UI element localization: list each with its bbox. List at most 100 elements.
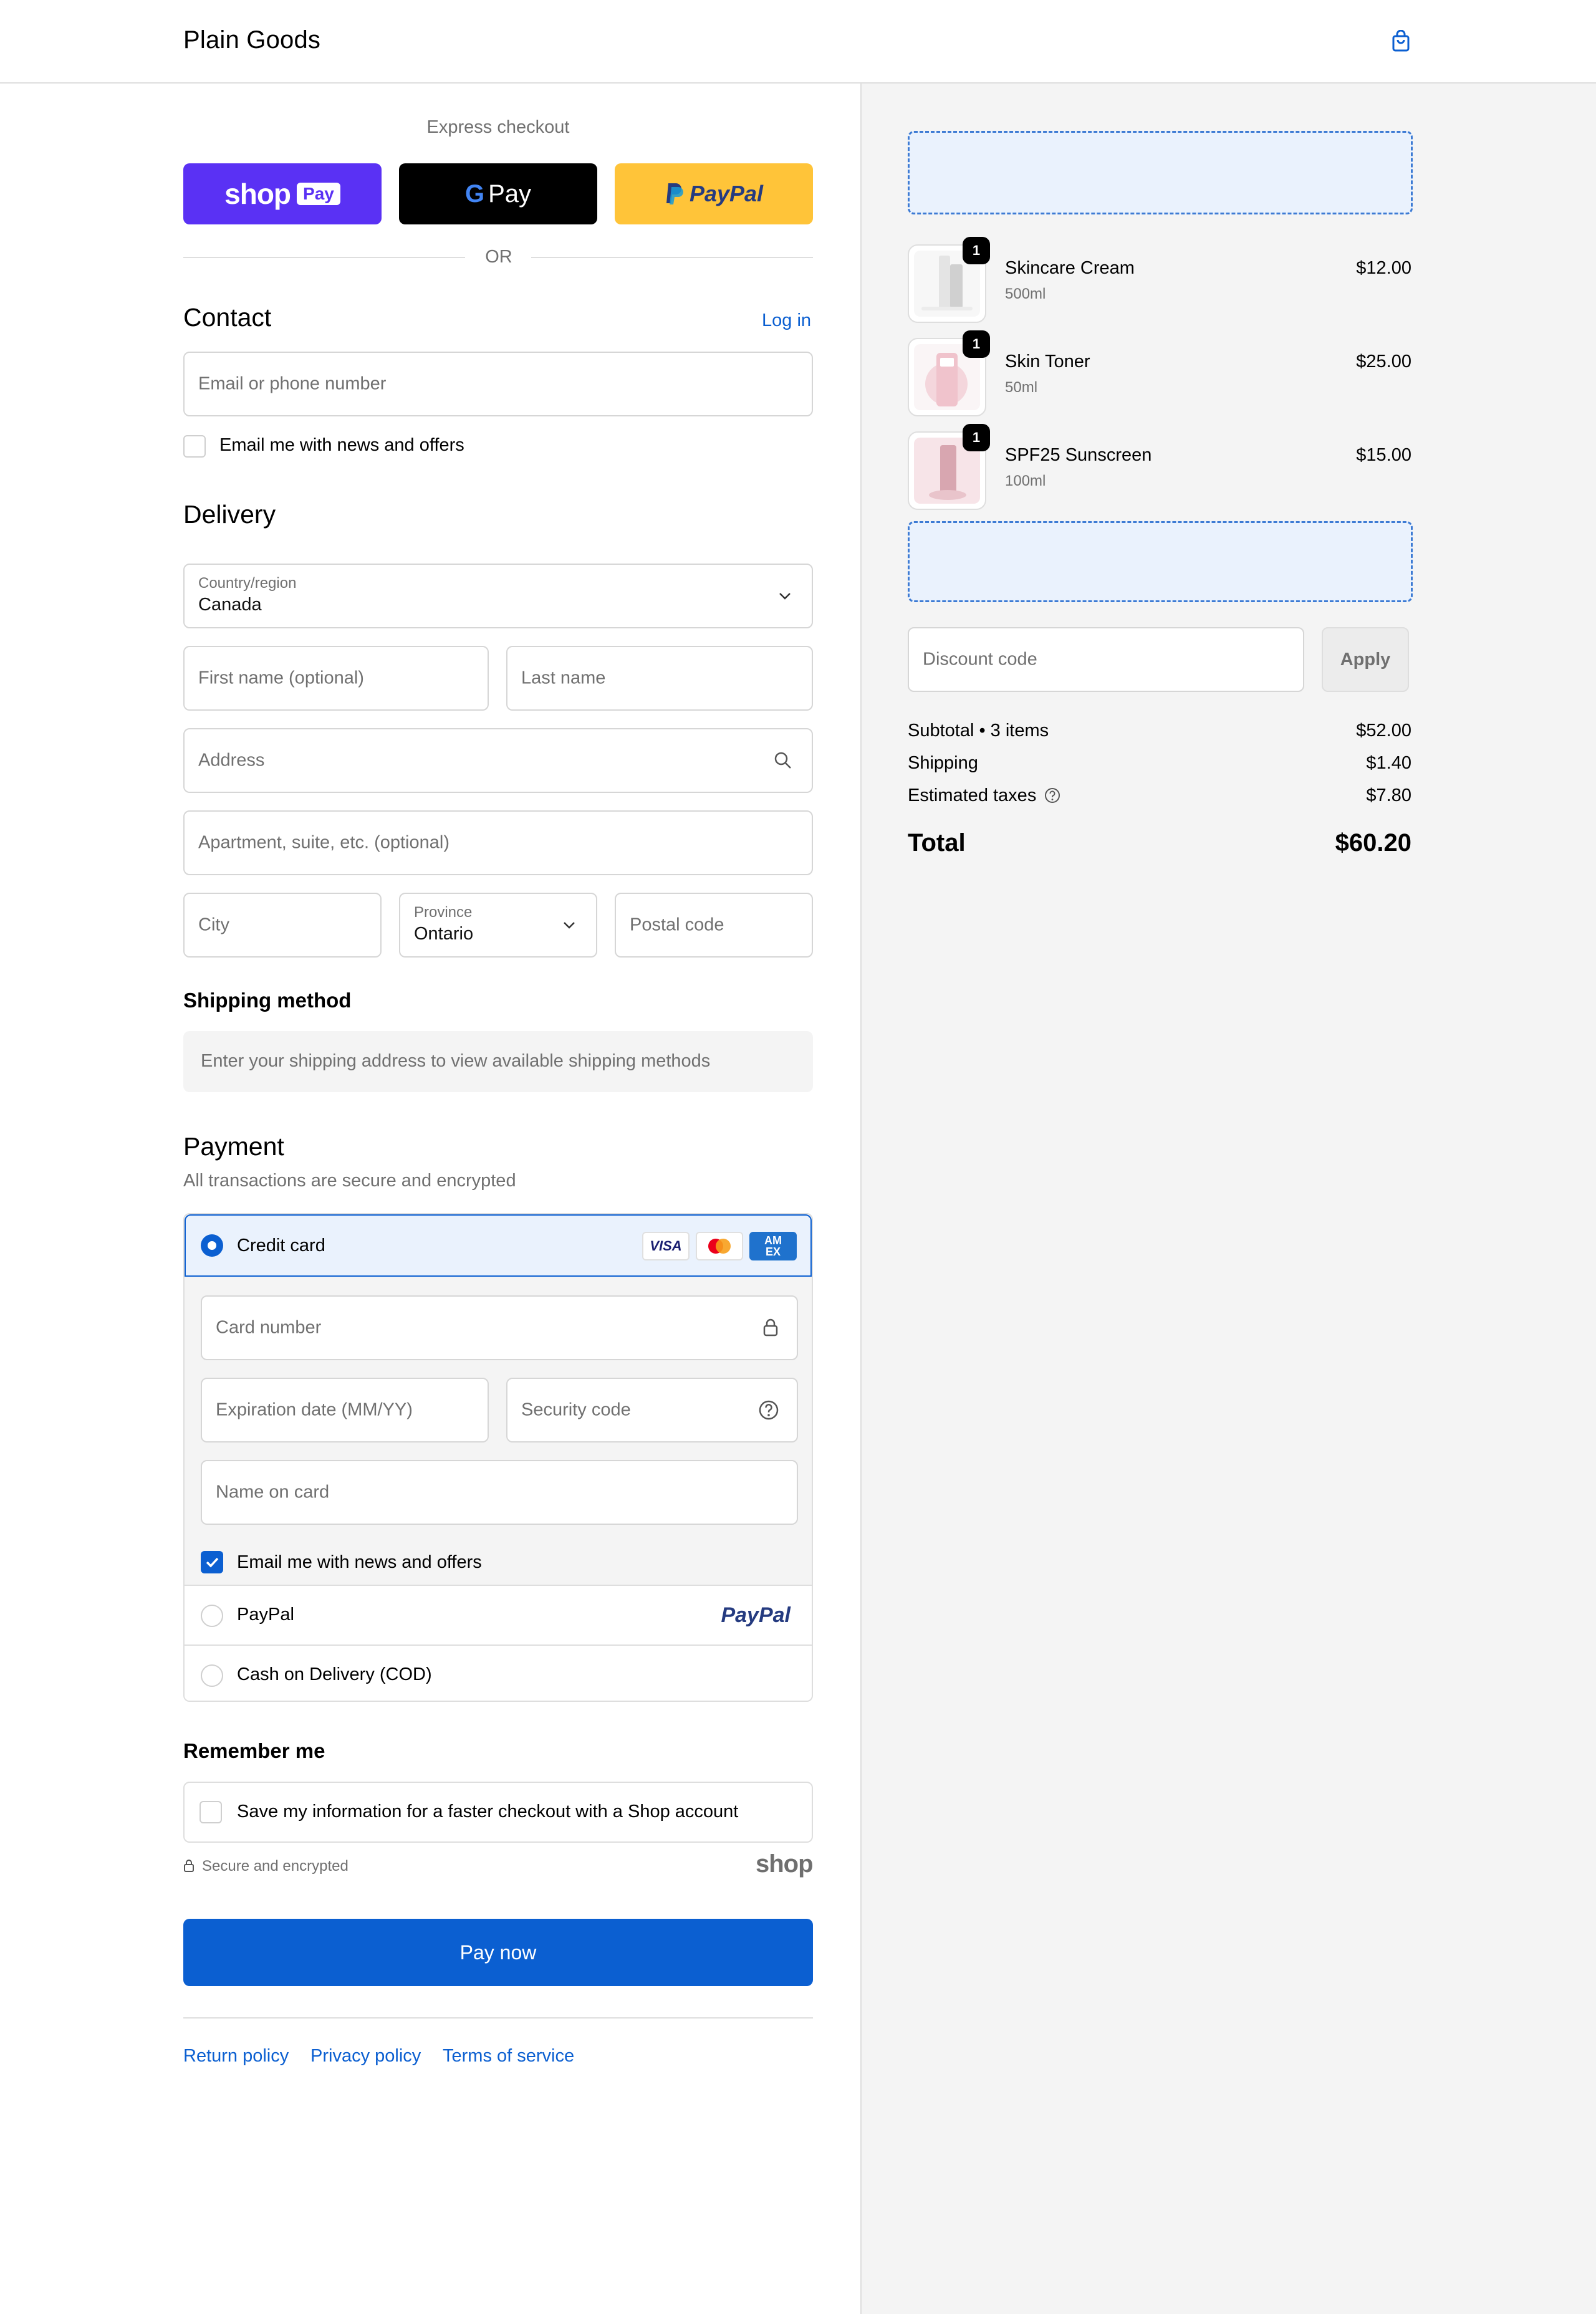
pay-now-button[interactable]: Pay now <box>183 1919 813 1986</box>
payment-title: Payment <box>183 1132 284 1161</box>
paypal-p-icon <box>666 183 683 204</box>
terms-of-service-link[interactable]: Terms of service <box>443 2046 574 2067</box>
item-variant: 100ml <box>1005 473 1046 489</box>
lock-icon <box>763 1318 778 1337</box>
shopping-bag-icon[interactable] <box>1392 29 1410 52</box>
paypal-wordmark: PayPal <box>689 181 764 206</box>
or-divider-label: OR <box>485 247 512 267</box>
subtotal-value: $52.00 <box>1356 721 1411 741</box>
shipping-value: $1.40 <box>1366 753 1411 773</box>
news-checkbox-label: Email me with news and offers <box>219 435 464 455</box>
store-brand[interactable]: Plain Goods <box>183 26 320 54</box>
order-summary-column: 1 Skincare Cream 500ml $12.00 1 Skin Ton… <box>860 84 1596 2314</box>
item-price: $12.00 <box>1356 258 1411 278</box>
apartment-field[interactable]: Apartment, suite, etc. (optional) <box>183 810 813 875</box>
country-value: Canada <box>198 595 262 615</box>
payment-subtitle: All transactions are secure and encrypte… <box>183 1171 516 1191</box>
total-value: $60.20 <box>1335 829 1411 857</box>
shipping-method-notice: Enter your shipping address to view avai… <box>201 1051 711 1071</box>
first-name-field[interactable]: First name (optional) <box>183 646 489 711</box>
item-variant: 500ml <box>1005 286 1046 302</box>
shop-logo: shop <box>756 1850 814 1878</box>
shipping-method-title: Shipping method <box>183 989 352 1012</box>
apply-discount-button[interactable]: Apply <box>1322 627 1409 692</box>
paypal-radio[interactable] <box>201 1605 223 1627</box>
card-number-field[interactable]: Card number <box>201 1295 798 1360</box>
item-name: Skin Toner <box>1005 352 1090 372</box>
cod-radio[interactable] <box>201 1664 223 1687</box>
summary-placeholder-bottom <box>908 521 1413 602</box>
checkmark-icon <box>206 1557 219 1568</box>
last-name-field[interactable]: Last name <box>506 646 813 711</box>
footer-divider <box>183 2017 813 2019</box>
paypal-button[interactable]: PayPal <box>615 163 813 224</box>
google-pay-label: Pay <box>488 180 532 208</box>
address-field[interactable]: Address <box>183 728 813 793</box>
credit-card-option[interactable]: Credit card VISA AM EX <box>185 1214 812 1277</box>
google-g-icon: G <box>464 180 485 208</box>
news-checkbox[interactable] <box>183 435 206 458</box>
address-placeholder: Address <box>198 750 265 771</box>
discount-code-field[interactable]: Discount code <box>908 627 1304 692</box>
remember-me-title: Remember me <box>183 1739 325 1762</box>
shop-pay-badge: Pay <box>297 183 340 205</box>
item-name: SPF25 Sunscreen <box>1005 445 1152 465</box>
google-pay-button[interactable]: G Pay <box>399 163 597 224</box>
province-label: Province <box>414 904 473 921</box>
apartment-placeholder: Apartment, suite, etc. (optional) <box>198 832 449 853</box>
name-on-card-field[interactable]: Name on card <box>201 1460 798 1525</box>
security-code-field[interactable]: Security code <box>506 1378 798 1443</box>
credit-card-radio[interactable] <box>201 1234 223 1257</box>
estimated-taxes-value: $7.80 <box>1366 785 1411 805</box>
help-circle-icon[interactable] <box>1044 787 1061 804</box>
quantity-badge: 1 <box>963 330 990 358</box>
security-code-placeholder: Security code <box>521 1399 631 1420</box>
card-news-checkbox[interactable] <box>201 1551 223 1573</box>
paypal-option[interactable]: PayPal PayPal <box>185 1585 812 1644</box>
contact-title: Contact <box>183 303 272 332</box>
shipping-label: Shipping <box>908 753 978 773</box>
visa-logo: VISA <box>642 1232 690 1260</box>
search-icon <box>774 752 791 769</box>
cod-option[interactable]: Cash on Delivery (COD) <box>185 1644 812 1701</box>
item-name: Skincare Cream <box>1005 258 1135 278</box>
delivery-title: Delivery <box>183 500 276 529</box>
chevron-down-icon <box>564 922 575 929</box>
credit-card-label: Credit card <box>237 1236 325 1255</box>
expiration-date-field[interactable]: Expiration date (MM/YY) <box>201 1378 489 1443</box>
divider-left <box>183 257 465 258</box>
save-info-checkbox[interactable] <box>200 1801 222 1823</box>
first-name-placeholder: First name (optional) <box>198 668 364 688</box>
shop-pay-button[interactable]: shop Pay <box>183 163 382 224</box>
item-price: $25.00 <box>1356 352 1411 372</box>
last-name-placeholder: Last name <box>521 668 606 688</box>
privacy-policy-link[interactable]: Privacy policy <box>310 2046 421 2067</box>
header: Plain Goods <box>0 0 1596 84</box>
chevron-down-icon <box>779 593 791 600</box>
email-field[interactable]: Email or phone number <box>183 352 813 416</box>
city-placeholder: City <box>198 915 229 935</box>
mastercard-logo <box>696 1232 743 1260</box>
province-select[interactable]: Province Ontario <box>399 893 597 958</box>
province-value: Ontario <box>414 924 474 944</box>
cod-option-label: Cash on Delivery (COD) <box>237 1664 432 1684</box>
subtotal-label: Subtotal • 3 items <box>908 721 1049 741</box>
lock-icon <box>184 1860 194 1872</box>
postal-code-field[interactable]: Postal code <box>615 893 813 958</box>
save-info-option[interactable]: Save my information for a faster checkou… <box>183 1782 813 1843</box>
country-select[interactable]: Country/region Canada <box>183 564 813 628</box>
login-link[interactable]: Log in <box>762 310 811 331</box>
estimated-taxes-label: Estimated taxes <box>908 785 1037 805</box>
total-label: Total <box>908 829 966 857</box>
card-news-label: Email me with news and offers <box>237 1552 482 1572</box>
postal-code-placeholder: Postal code <box>630 915 724 935</box>
summary-placeholder-top <box>908 131 1413 214</box>
quantity-badge: 1 <box>963 424 990 451</box>
amex-logo: AM EX <box>749 1232 797 1260</box>
help-circle-icon[interactable] <box>758 1399 779 1421</box>
paypal-option-label: PayPal <box>237 1605 294 1625</box>
item-variant: 50ml <box>1005 379 1038 396</box>
divider-right <box>531 257 813 258</box>
return-policy-link[interactable]: Return policy <box>183 2046 289 2067</box>
city-field[interactable]: City <box>183 893 382 958</box>
